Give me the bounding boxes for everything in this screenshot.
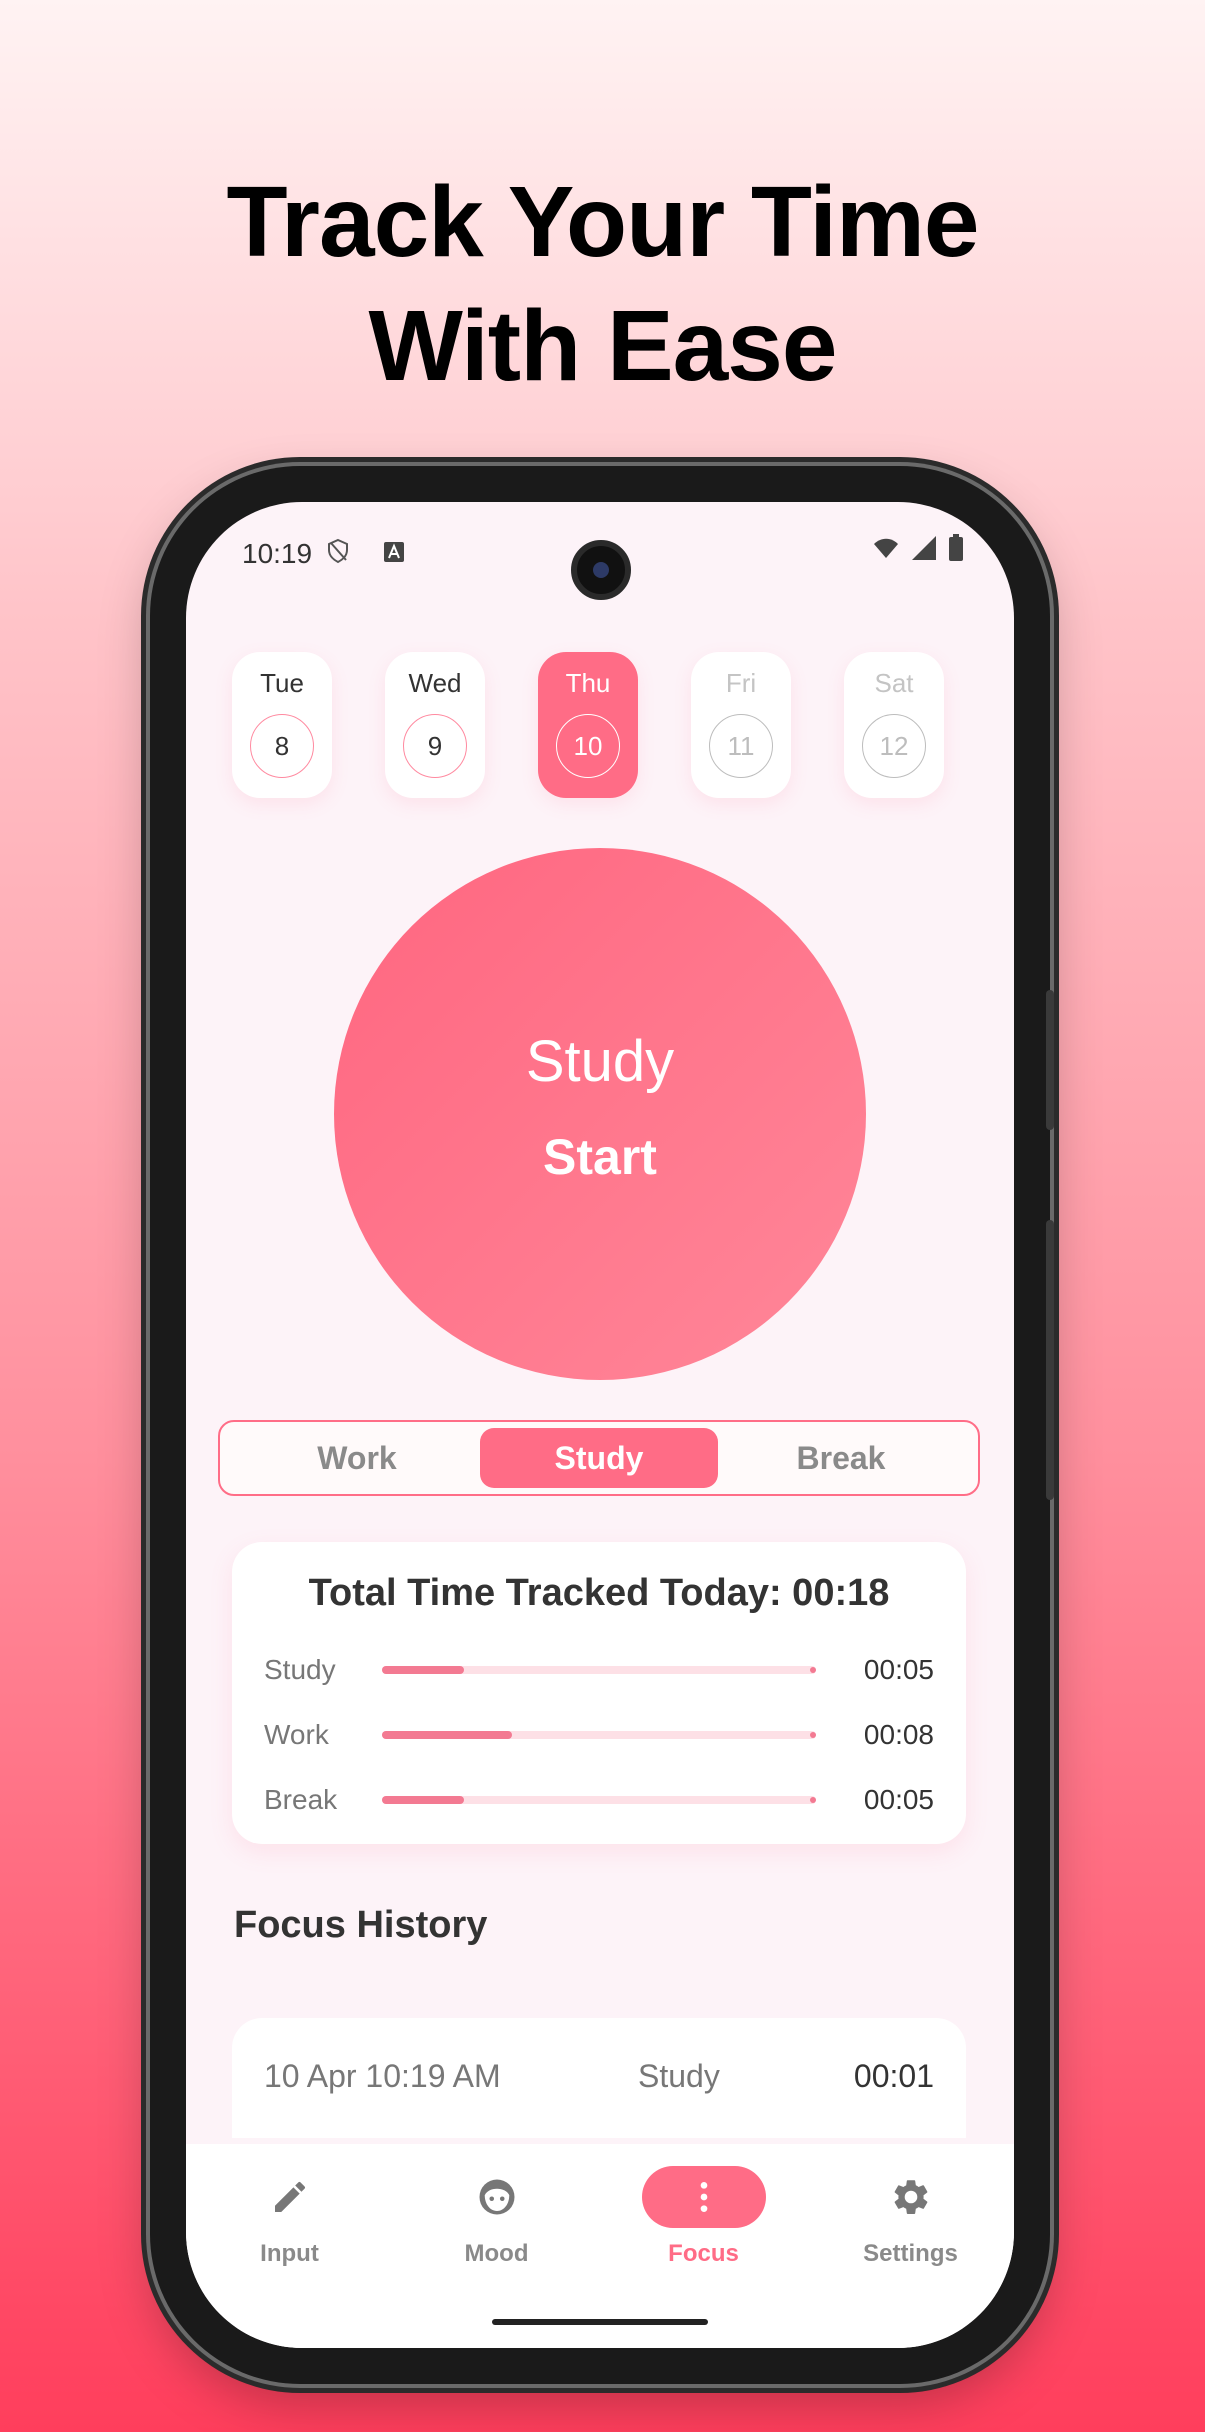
- summary-row-label: Study: [264, 1654, 336, 1685]
- history-type: Study: [638, 2058, 720, 2094]
- progress-fill: [382, 1731, 513, 1739]
- day-number: 8: [250, 714, 314, 778]
- status-left-icons: [326, 538, 405, 567]
- day-number: 12: [862, 714, 926, 778]
- start-timer-button[interactable]: Study Start: [334, 848, 866, 1380]
- nav-settings[interactable]: Settings: [807, 2144, 1014, 2294]
- pencil-icon: [275, 2181, 305, 2212]
- phone-screen: 10:19 Tue 8 Wed 9 Thu 10 Fri 11 Sat 12 S…: [186, 502, 1014, 2348]
- status-time: 10:19: [242, 538, 313, 569]
- gear-icon: [894, 2180, 928, 2214]
- progress-track: [382, 1731, 816, 1739]
- mode-segmented-control: Work Study Break: [218, 1420, 980, 1496]
- focus-history-title: Focus History: [234, 1904, 488, 1946]
- history-date: 10 Apr 10:19 AM: [264, 2058, 501, 2094]
- day-sat[interactable]: Sat 12: [844, 652, 944, 798]
- day-name: Fri: [725, 668, 757, 698]
- nav-label: Settings: [863, 2240, 958, 2267]
- timer-mode-label: Study: [525, 1029, 675, 1094]
- wifi-icon: [874, 538, 898, 558]
- progress-end-dot: [810, 1797, 816, 1803]
- summary-title: Total Time Tracked Today: 00:18: [308, 1572, 890, 1614]
- daily-summary-card: Total Time Tracked Today: 00:18 Study 00…: [232, 1542, 966, 1844]
- summary-row-label: Break: [264, 1784, 338, 1815]
- day-fri[interactable]: Fri 11: [691, 652, 791, 798]
- progress-end-dot: [810, 1667, 816, 1673]
- progress-track: [382, 1796, 816, 1804]
- summary-row-value: 00:05: [863, 1784, 934, 1815]
- nav-label: Mood: [464, 2240, 529, 2267]
- battery-icon: [949, 534, 963, 561]
- nav-icon-container: [642, 2166, 766, 2228]
- summary-row-break: Break 00:05: [264, 1780, 934, 1820]
- progress-end-dot: [810, 1732, 816, 1738]
- nav-icon-container: [849, 2166, 973, 2228]
- summary-row-label: Work: [264, 1719, 329, 1750]
- camera-cutout: [571, 540, 631, 600]
- signal-icon: [912, 536, 936, 560]
- timer-start-label: Start: [543, 1129, 657, 1185]
- nav-input[interactable]: Input: [186, 2144, 393, 2294]
- nav-focus[interactable]: Focus: [600, 2144, 807, 2294]
- day-name: Sat: [874, 668, 914, 698]
- day-wed[interactable]: Wed 9: [385, 652, 485, 798]
- home-indicator: [492, 2319, 708, 2325]
- summary-row-work: Work 00:08: [264, 1715, 934, 1755]
- day-number: 9: [403, 714, 467, 778]
- nav-label: Focus: [668, 2240, 739, 2267]
- day-thu[interactable]: Thu 10: [538, 652, 638, 798]
- day-selector: Tue 8 Wed 9 Thu 10 Fri 11 Sat 12: [232, 652, 972, 802]
- nav-mood[interactable]: Mood: [393, 2144, 600, 2294]
- nav-icon-container: [435, 2166, 559, 2228]
- headline: Track Your Time With Ease: [0, 160, 1205, 408]
- summary-row-study: Study 00:05: [264, 1650, 934, 1690]
- summary-row-value: 00:08: [863, 1719, 934, 1750]
- face-icon: [479, 2179, 515, 2215]
- status-right-icons: [872, 534, 964, 562]
- day-name: Tue: [260, 668, 304, 698]
- progress-track: [382, 1666, 816, 1674]
- day-name: Thu: [565, 668, 611, 698]
- progress-fill: [382, 1796, 465, 1804]
- day-name: Wed: [408, 668, 462, 698]
- phone-side-button: [1046, 1220, 1054, 1500]
- summary-row-value: 00:05: [863, 1654, 934, 1685]
- phone-side-button: [1046, 990, 1054, 1130]
- segment-work[interactable]: Work: [238, 1428, 476, 1488]
- progress-fill: [382, 1666, 465, 1674]
- day-number: 11: [709, 714, 773, 778]
- segment-break[interactable]: Break: [722, 1428, 960, 1488]
- a-badge-icon: [383, 542, 404, 562]
- nav-icon-container: [228, 2166, 352, 2228]
- more-vertical-icon: [700, 2182, 708, 2212]
- history-list-item[interactable]: 10 Apr 10:19 AM Study 00:01: [232, 2018, 966, 2138]
- history-duration: 00:01: [853, 2058, 934, 2094]
- shield-icon: [328, 538, 348, 564]
- day-number: 10: [556, 714, 620, 778]
- segment-study[interactable]: Study: [480, 1428, 718, 1488]
- nav-label: Input: [260, 2240, 319, 2267]
- day-tue[interactable]: Tue 8: [232, 652, 332, 798]
- headline-line-2: With Ease: [368, 290, 837, 402]
- headline-line-1: Track Your Time: [226, 166, 979, 278]
- bottom-navigation: Input Mood Focus Settings: [186, 2144, 1014, 2348]
